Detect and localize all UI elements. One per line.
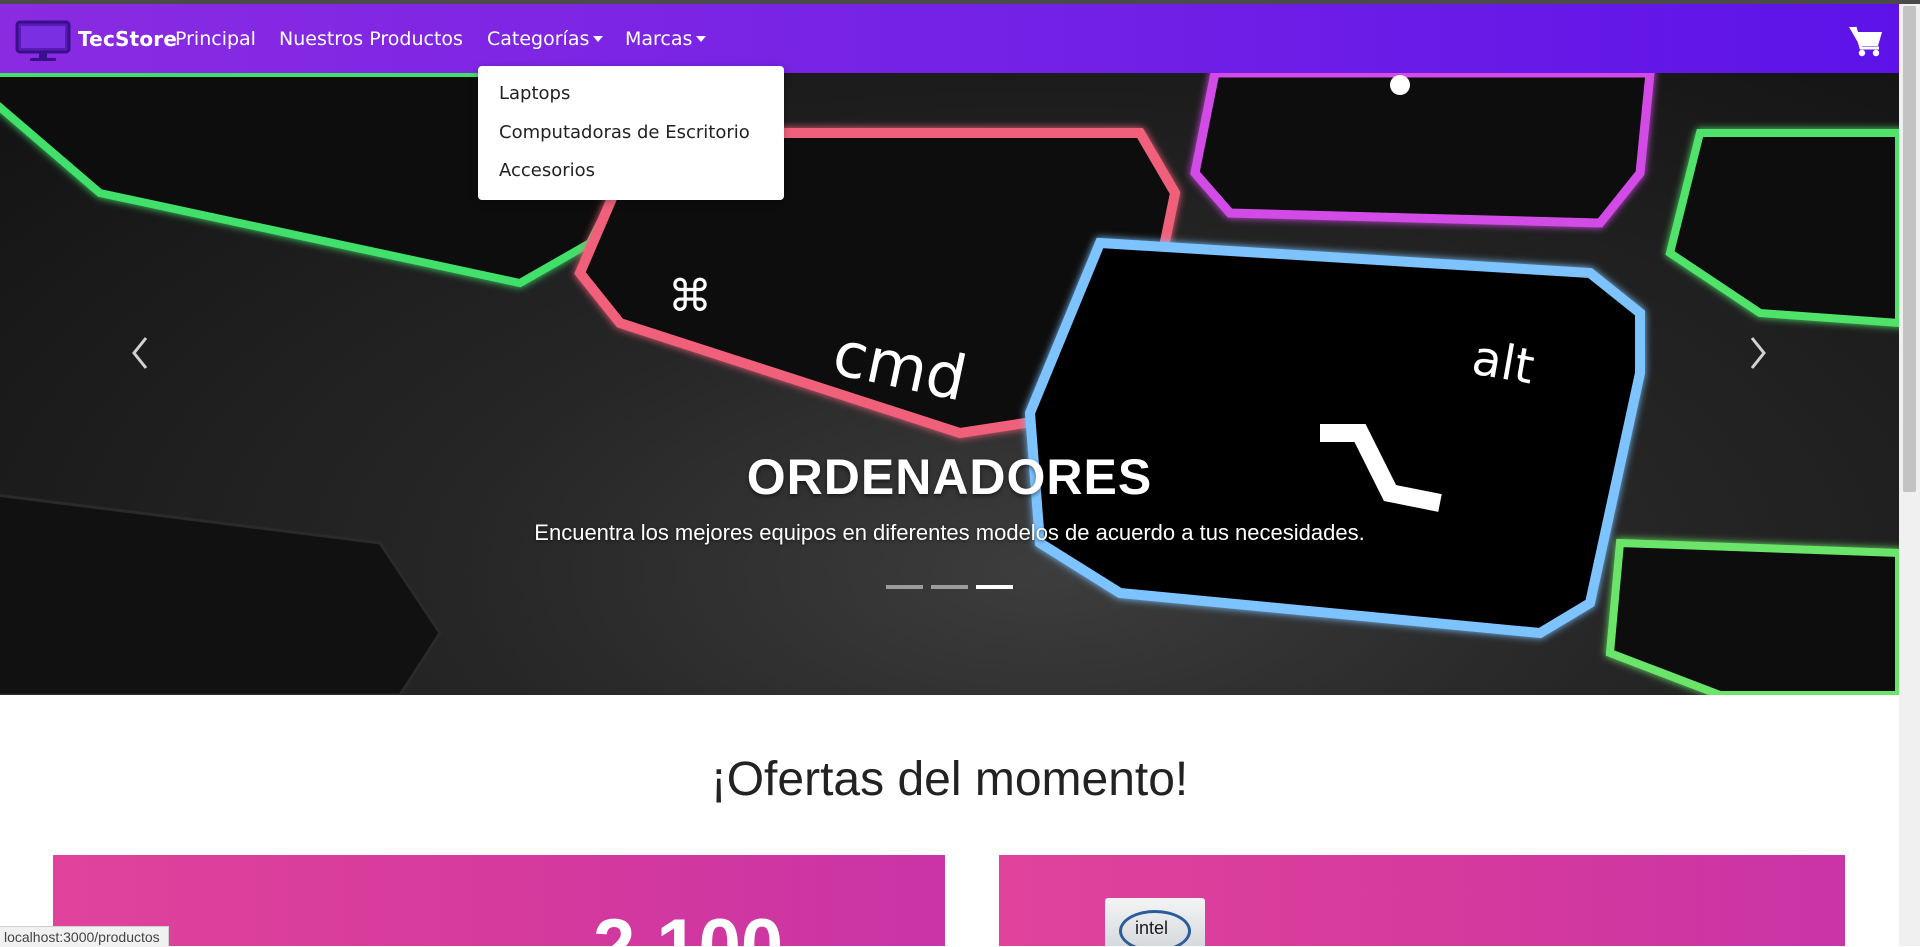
nav-dropdown-marcas[interactable]: Marcas xyxy=(625,28,707,50)
carousel-indicator-3[interactable] xyxy=(976,585,1013,589)
brand-name[interactable]: TecStore xyxy=(78,27,177,51)
hero-carousel: cmd ⌘ alt ORDENADORES Encuentra los mejo… xyxy=(0,73,1899,695)
caret-down-icon xyxy=(696,36,707,42)
navbar: TecStore Principal Nuestros Productos Ca… xyxy=(0,4,1899,73)
chevron-right-icon xyxy=(1750,337,1766,369)
offer-price: 2.100 xyxy=(593,903,783,946)
carousel-prev-button[interactable] xyxy=(126,328,156,378)
chevron-left-icon xyxy=(132,337,148,369)
carousel-indicators xyxy=(886,585,1013,589)
carousel-next-button[interactable] xyxy=(1742,328,1772,378)
carousel-indicator-1[interactable] xyxy=(886,585,923,589)
dropdown-item-accesorios[interactable]: Accesorios xyxy=(499,160,595,181)
nav-link-principal[interactable]: Principal xyxy=(175,28,256,50)
intel-badge: intel xyxy=(1105,898,1205,946)
page-scrollbar[interactable] xyxy=(1899,4,1920,946)
offer-card-1[interactable]: 2.100 xyxy=(53,855,945,946)
monitor-icon[interactable] xyxy=(14,19,72,63)
carousel-caption-text: Encuentra los mejores equipos en diferen… xyxy=(534,520,1365,545)
shopping-cart-icon[interactable] xyxy=(1848,24,1884,58)
categorias-dropdown-menu: Laptops Computadoras de Escritorio Acces… xyxy=(478,66,784,200)
nav-link-productos[interactable]: Nuestros Productos xyxy=(279,28,463,50)
caret-down-icon xyxy=(593,36,604,42)
carousel-indicator-2[interactable] xyxy=(931,585,968,589)
scrollbar-thumb[interactable] xyxy=(1903,6,1916,492)
cmd-symbol-glyph: ⌘ xyxy=(668,271,712,322)
key-dot xyxy=(1390,75,1410,95)
dropdown-item-escritorio[interactable]: Computadoras de Escritorio xyxy=(499,122,750,143)
nav-dropdown-categorias[interactable]: Categorías xyxy=(487,28,604,50)
intel-badge-label: intel xyxy=(1135,918,1169,938)
offers-heading: ¡Ofertas del momento! xyxy=(710,753,1189,806)
status-bar-url: localhost:3000/productos xyxy=(0,926,169,947)
nav-link-label: Marcas xyxy=(625,28,693,50)
alt-key-label: alt xyxy=(1468,330,1538,396)
dropdown-item-laptops[interactable]: Laptops xyxy=(499,83,570,104)
keyboard-image: cmd ⌘ alt xyxy=(0,73,1899,695)
carousel-caption-title: ORDENADORES xyxy=(746,449,1153,505)
offer-card-2[interactable]: intel xyxy=(999,855,1845,946)
nav-link-label: Categorías xyxy=(487,28,590,50)
